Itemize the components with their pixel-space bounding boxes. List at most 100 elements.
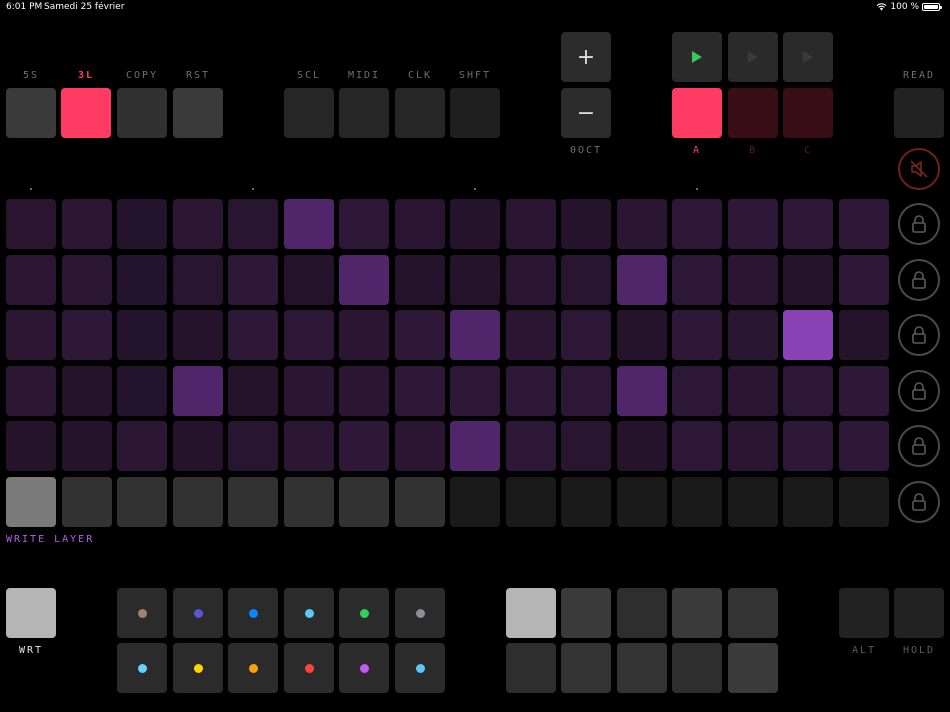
grid-cell[interactable] bbox=[173, 310, 223, 360]
play-button-a[interactable] bbox=[672, 32, 722, 82]
pad-rst[interactable] bbox=[173, 88, 223, 138]
color-pad[interactable] bbox=[395, 588, 445, 638]
hold-pad[interactable] bbox=[894, 588, 944, 638]
grid-cell[interactable] bbox=[839, 199, 889, 249]
grid-cell[interactable] bbox=[339, 255, 389, 305]
pad-3l[interactable] bbox=[61, 88, 111, 138]
color-pad[interactable] bbox=[284, 588, 334, 638]
grid-cell[interactable] bbox=[173, 477, 223, 527]
octave-down-button[interactable]: − bbox=[561, 88, 611, 138]
color-pad[interactable] bbox=[339, 588, 389, 638]
grid-cell[interactable] bbox=[284, 310, 334, 360]
grid-cell[interactable] bbox=[395, 310, 445, 360]
grid-cell[interactable] bbox=[561, 199, 611, 249]
write-pad[interactable] bbox=[6, 588, 56, 638]
function-pad[interactable] bbox=[672, 643, 722, 693]
grid-cell[interactable] bbox=[117, 255, 167, 305]
pad-read[interactable] bbox=[894, 88, 944, 138]
lock-button[interactable] bbox=[898, 203, 940, 245]
grid-cell[interactable] bbox=[117, 310, 167, 360]
grid-cell[interactable] bbox=[783, 199, 833, 249]
grid-cell[interactable] bbox=[173, 421, 223, 471]
grid-cell[interactable] bbox=[450, 366, 500, 416]
grid-cell[interactable] bbox=[506, 421, 556, 471]
pattern-pad-c[interactable] bbox=[783, 88, 833, 138]
grid-cell[interactable] bbox=[672, 199, 722, 249]
grid-cell[interactable] bbox=[450, 255, 500, 305]
function-pad[interactable] bbox=[561, 643, 611, 693]
grid-cell[interactable] bbox=[783, 477, 833, 527]
lock-button[interactable] bbox=[898, 259, 940, 301]
grid-cell[interactable] bbox=[561, 255, 611, 305]
grid-cell[interactable] bbox=[173, 199, 223, 249]
grid-cell[interactable] bbox=[117, 366, 167, 416]
grid-cell[interactable] bbox=[839, 477, 889, 527]
grid-cell[interactable] bbox=[506, 310, 556, 360]
grid-cell[interactable] bbox=[395, 255, 445, 305]
grid-cell[interactable] bbox=[783, 366, 833, 416]
grid-cell[interactable] bbox=[617, 199, 667, 249]
color-pad[interactable] bbox=[173, 643, 223, 693]
mute-button[interactable] bbox=[898, 148, 940, 190]
octave-up-button[interactable]: + bbox=[561, 32, 611, 82]
grid-cell[interactable] bbox=[62, 255, 112, 305]
grid-cell[interactable] bbox=[228, 255, 278, 305]
lock-button[interactable] bbox=[898, 425, 940, 467]
pattern-pad-a[interactable] bbox=[672, 88, 722, 138]
grid-cell[interactable] bbox=[284, 255, 334, 305]
color-pad[interactable] bbox=[395, 643, 445, 693]
grid-cell[interactable] bbox=[783, 255, 833, 305]
grid-cell[interactable] bbox=[617, 477, 667, 527]
function-pad[interactable] bbox=[506, 588, 556, 638]
play-button-c[interactable] bbox=[783, 32, 833, 82]
grid-cell[interactable] bbox=[284, 477, 334, 527]
grid-cell[interactable] bbox=[561, 477, 611, 527]
grid-cell[interactable] bbox=[839, 255, 889, 305]
pattern-pad-b[interactable] bbox=[728, 88, 778, 138]
grid-cell[interactable] bbox=[506, 366, 556, 416]
alt-pad[interactable] bbox=[839, 588, 889, 638]
grid-cell[interactable] bbox=[617, 255, 667, 305]
grid-cell[interactable] bbox=[672, 310, 722, 360]
grid-cell[interactable] bbox=[228, 477, 278, 527]
grid-cell[interactable] bbox=[561, 310, 611, 360]
grid-cell[interactable] bbox=[173, 366, 223, 416]
grid-cell[interactable] bbox=[62, 310, 112, 360]
grid-cell[interactable] bbox=[450, 477, 500, 527]
grid-cell[interactable] bbox=[228, 421, 278, 471]
grid-cell[interactable] bbox=[617, 310, 667, 360]
grid-cell[interactable] bbox=[506, 477, 556, 527]
pad-scl[interactable] bbox=[284, 88, 334, 138]
grid-cell[interactable] bbox=[506, 199, 556, 249]
grid-cell[interactable] bbox=[728, 255, 778, 305]
grid-cell[interactable] bbox=[284, 421, 334, 471]
grid-cell[interactable] bbox=[173, 255, 223, 305]
grid-cell[interactable] bbox=[561, 366, 611, 416]
grid-cell[interactable] bbox=[672, 255, 722, 305]
grid-cell[interactable] bbox=[395, 199, 445, 249]
grid-cell[interactable] bbox=[728, 366, 778, 416]
grid-cell[interactable] bbox=[6, 199, 56, 249]
grid-cell[interactable] bbox=[339, 366, 389, 416]
grid-cell[interactable] bbox=[339, 477, 389, 527]
grid-cell[interactable] bbox=[228, 199, 278, 249]
grid-cell[interactable] bbox=[6, 366, 56, 416]
grid-cell[interactable] bbox=[228, 310, 278, 360]
grid-cell[interactable] bbox=[62, 421, 112, 471]
grid-cell[interactable] bbox=[6, 421, 56, 471]
grid-cell[interactable] bbox=[672, 477, 722, 527]
grid-cell[interactable] bbox=[672, 366, 722, 416]
grid-cell[interactable] bbox=[839, 421, 889, 471]
function-pad[interactable] bbox=[561, 588, 611, 638]
grid-cell[interactable] bbox=[839, 366, 889, 416]
color-pad[interactable] bbox=[284, 643, 334, 693]
grid-cell[interactable] bbox=[839, 310, 889, 360]
grid-cell[interactable] bbox=[117, 477, 167, 527]
pad-copy[interactable] bbox=[117, 88, 167, 138]
function-pad[interactable] bbox=[672, 588, 722, 638]
grid-cell[interactable] bbox=[450, 199, 500, 249]
grid-cell[interactable] bbox=[450, 421, 500, 471]
color-pad[interactable] bbox=[228, 643, 278, 693]
function-pad[interactable] bbox=[728, 588, 778, 638]
grid-cell[interactable] bbox=[672, 421, 722, 471]
